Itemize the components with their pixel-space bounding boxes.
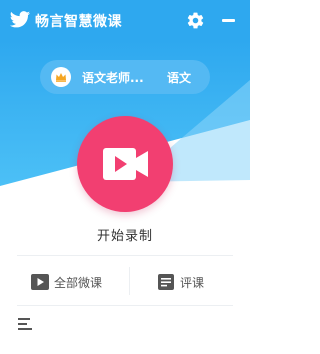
- hero-area: 语文老师... 语文: [0, 40, 250, 250]
- subject-name: 语文: [167, 71, 192, 85]
- teacher-name: 语文老师...: [82, 71, 144, 85]
- divider: [17, 255, 233, 256]
- minimize-icon[interactable]: [219, 11, 238, 30]
- review-label: 评课: [180, 275, 205, 290]
- divider: [17, 305, 233, 306]
- menu-icon[interactable]: [18, 317, 32, 331]
- crown-icon: [56, 73, 66, 82]
- start-record-label[interactable]: 开始录制: [0, 225, 250, 244]
- video-camera-icon: [103, 148, 148, 180]
- minimize-bar: [222, 19, 235, 22]
- gear-icon[interactable]: [186, 11, 205, 30]
- app-window: 畅言智慧微课 语文老师... 语文 开始录制 全部微课 评课: [0, 0, 250, 354]
- subject-selector[interactable]: 语文老师... 语文: [40, 60, 210, 94]
- all-lessons-label: 全部微课: [54, 275, 103, 290]
- play-box-icon: [31, 274, 49, 290]
- app-title: 畅言智慧微课: [35, 14, 122, 30]
- document-icon: [158, 274, 174, 290]
- all-lessons-button[interactable]: 全部微课: [31, 272, 102, 292]
- review-button[interactable]: 评课: [157, 272, 204, 292]
- crown-badge: [51, 67, 71, 87]
- title-bar: 畅言智慧微课: [0, 0, 250, 40]
- nav-divider: [129, 267, 130, 295]
- start-record-button[interactable]: [77, 116, 173, 212]
- bird-icon: [9, 11, 31, 28]
